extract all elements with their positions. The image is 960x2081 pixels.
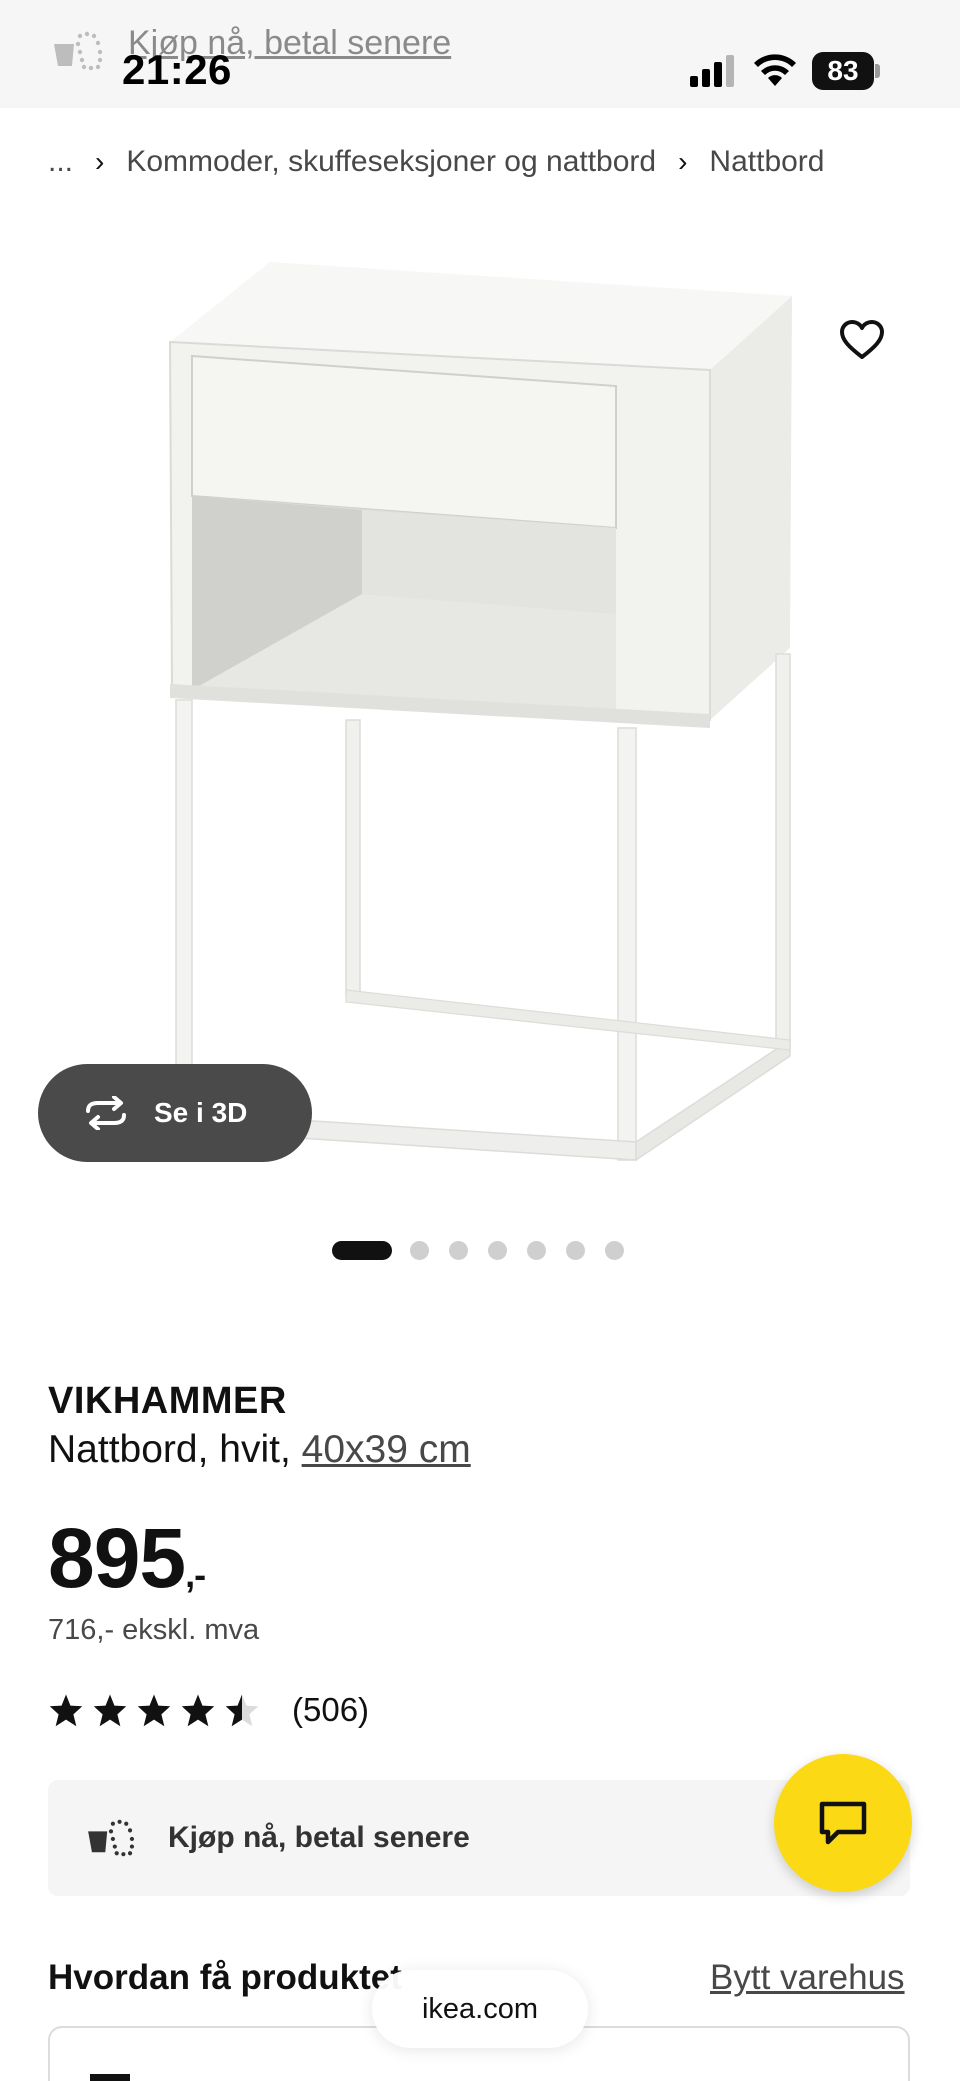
rotate-3d-icon (86, 1096, 126, 1130)
battery-indicator: 83 (812, 52, 880, 90)
chevron-right-icon: › (678, 146, 688, 177)
chevron-right-icon: › (95, 146, 105, 177)
see-in-3d-label: Se i 3D (154, 1097, 248, 1128)
see-in-3d-button[interactable]: Se i 3D (38, 1064, 312, 1162)
carousel-dot[interactable] (566, 1240, 585, 1260)
star-icon (93, 1694, 127, 1727)
carousel-dot[interactable] (449, 1240, 468, 1260)
price-value: 895 (48, 1511, 186, 1605)
klarna-bag-icon (88, 1819, 135, 1857)
clock: 21:26 (122, 46, 232, 93)
change-store-link[interactable]: Bytt varehus (710, 1958, 905, 1998)
product-price: 895,- (48, 1510, 206, 1607)
carousel-dot[interactable] (605, 1240, 624, 1260)
wifi-icon (754, 54, 796, 86)
star-icon (49, 1694, 83, 1727)
battery-level: 83 (827, 55, 859, 86)
review-count: (506) (292, 1691, 370, 1728)
chat-button[interactable] (774, 1754, 912, 1892)
browser-url-bar[interactable]: ikea.com (372, 1970, 588, 2048)
product-type: Nattbord, hvit, (48, 1428, 302, 1471)
half-star-icon (225, 1694, 259, 1727)
product-name: VIKHAMMER (48, 1380, 287, 1422)
breadcrumb-item-dressers[interactable]: Kommoder, skuffeseksjoner og nattbord (126, 145, 656, 179)
truck-icon (90, 2074, 130, 2081)
breadcrumb-item-nightstands[interactable]: Nattbord (709, 145, 824, 179)
price-excl-vat: 716,- ekskl. mva (48, 1614, 260, 1646)
delivery-heading: Hvordan få produktet (48, 1958, 402, 1997)
carousel-dot[interactable] (332, 1240, 392, 1260)
carousel-dot[interactable] (527, 1240, 546, 1260)
price-suffix: ,- (185, 1554, 206, 1595)
status-bar: Kjøp nå, betal senere 21:26 83 (0, 0, 960, 108)
klarna-bag-icon (54, 31, 103, 71)
pay-later-label: Kjøp nå, betal senere (168, 1821, 470, 1854)
chat-bubble-icon (819, 1801, 867, 1845)
carousel-dot[interactable] (488, 1240, 507, 1260)
image-carousel-dots (332, 1240, 644, 1260)
breadcrumb: ... › Kommoder, skuffeseksjoner og nattb… (48, 142, 825, 182)
star-icon (137, 1694, 171, 1727)
breadcrumb-ellipsis[interactable]: ... (48, 145, 73, 179)
product-rating[interactable]: (506) (48, 1688, 369, 1732)
heart-icon (840, 320, 884, 359)
rating-stars (48, 1693, 268, 1727)
cellular-signal-icon (690, 55, 734, 87)
product-size-link[interactable]: 40x39 cm (302, 1428, 471, 1471)
favorite-button[interactable] (832, 310, 892, 370)
carousel-dot[interactable] (410, 1240, 429, 1260)
product-description: Nattbord, hvit, 40x39 cm (48, 1428, 471, 1472)
star-icon (181, 1694, 215, 1727)
